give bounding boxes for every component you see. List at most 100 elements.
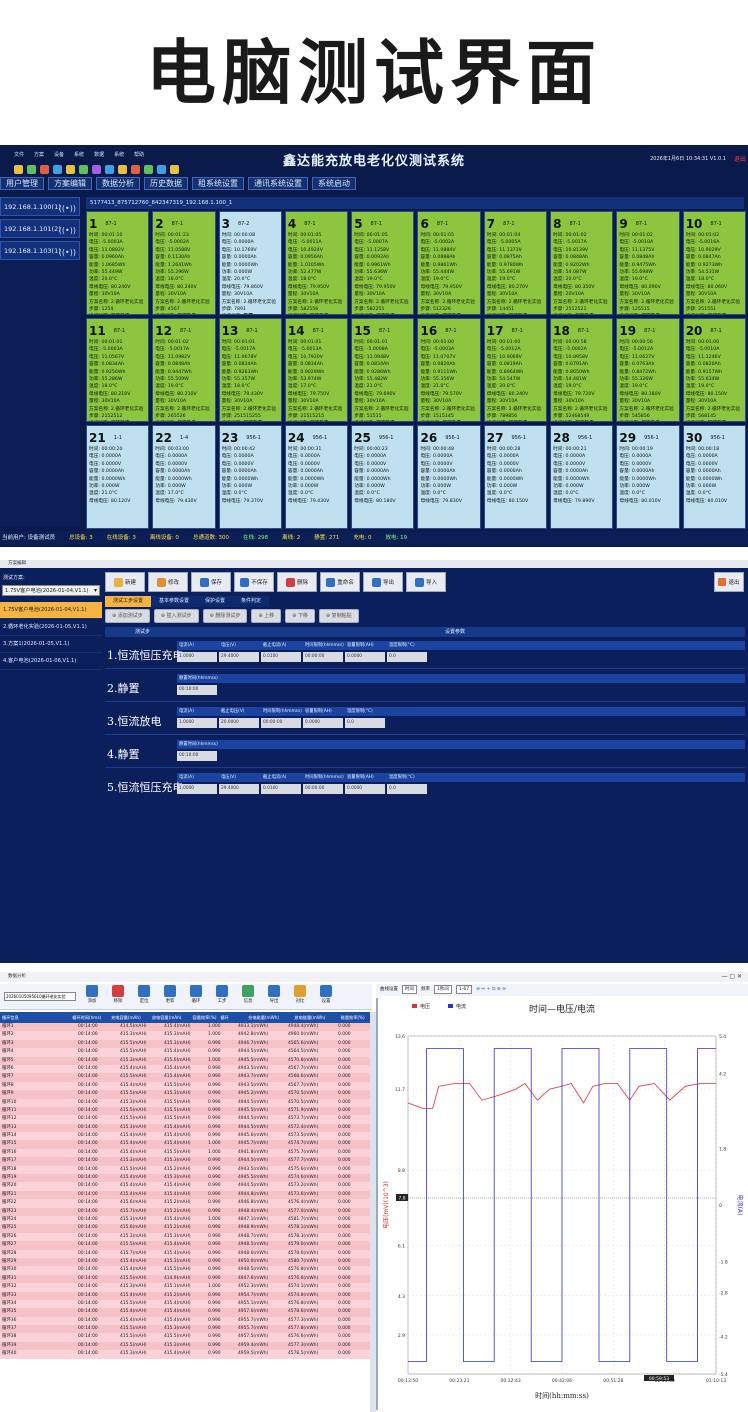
- channel-cell[interactable]: 18 87-1 时间: 00:00:58 电压: -5.0002A 电压: 10.895…: [550, 318, 614, 422]
- table-row[interactable]: 循环2 00:14:00 415.3(mAH) 415.3(mAH) 1.000 4942…: [0, 1031, 372, 1040]
- table-row[interactable]: 循环1 00:14:00 414.5(mAH) 415.4(mAH) 1.000 4933…: [0, 1023, 372, 1032]
- table-row[interactable]: 循环18 00:14:00 415.5(mAH) 415.2(mAH) 0.990 494…: [0, 1165, 372, 1175]
- param-input[interactable]: 0.0: [345, 718, 385, 728]
- tool-icon[interactable]: [105, 165, 114, 174]
- tool-icon[interactable]: [170, 165, 179, 174]
- device-item[interactable]: 192.168.1.101(2) ((•)): [0, 219, 80, 238]
- sub-tab[interactable]: 测试工步设置: [105, 596, 152, 607]
- device-item[interactable]: 192.168.1.103(1) ((•)): [0, 241, 80, 260]
- table-row[interactable]: 循环25 00:14:00 415.6(mAH) 415.2(mAH) 0.990 494…: [0, 1224, 372, 1233]
- column-header[interactable]: 放电容量(mAh): [150, 1012, 191, 1023]
- analysis-tool[interactable]: 信息: [238, 984, 258, 1009]
- scheme-tree-item[interactable]: 2.循环老化实验(2026-01-05,V1.1): [0, 619, 102, 636]
- step-row[interactable]: 1.恒流恒压充电 电流(A) 电压(V) 截止电流(A) 时间限制(hhmmss) 容量限…: [105, 639, 745, 669]
- tool-icon[interactable]: [40, 165, 49, 174]
- table-row[interactable]: 循环28 00:14:00 415.7(mAH) 415.4(mAH) 0.990 494…: [0, 1249, 372, 1258]
- table-row[interactable]: 循环21 00:14:00 415.4(mAH) 415.4(mAH) 0.990 494…: [0, 1190, 372, 1200]
- channel-cell[interactable]: 3 87-2 时间: 00:00:08 电压: 0.0000A 电压: 10.1769V…: [218, 211, 282, 315]
- step-action-button[interactable]: ⊕ 删除测试步: [202, 609, 248, 623]
- channel-cell[interactable]: 20 87-1 时间: 00:01:00 电压: -5.0010A 电压: 11.124…: [682, 318, 746, 422]
- table-row[interactable]: 循环27 00:14:00 415.5(mAH) 415.4(mAH) 0.990 494…: [0, 1241, 372, 1250]
- column-header[interactable]: 循环: [218, 1012, 246, 1023]
- table-row[interactable]: 循环26 00:14:00 415.3(mAH) 415.3(mAH) 0.990 494…: [0, 1232, 372, 1242]
- table-row[interactable]: 循环31 00:14:00 415.5(mAH) 414.9(mAH) 0.990 494…: [0, 1274, 372, 1284]
- toolbar-button[interactable]: 修改: [148, 572, 188, 592]
- toolbar-button[interactable]: 重命名: [320, 572, 360, 592]
- table-row[interactable]: 循环22 00:14:00 415.6(mAH) 415.2(mAH) 0.990 494…: [0, 1199, 372, 1208]
- channel-cell[interactable]: 25 956-1 时间: 00:00:23 电压: 0.0000A 电压: 0.0000…: [351, 425, 415, 529]
- param-input[interactable]: 00:10:00: [177, 685, 217, 695]
- table-row[interactable]: 循环19 00:14:00 415.4(mAH) 415.3(mAH) 0.990 494…: [0, 1174, 372, 1183]
- table-row[interactable]: 循环7 00:14:00 415.5(mAH) 415.4(mAH) 0.990 4943…: [0, 1073, 372, 1082]
- column-header[interactable]: 循环时间(hms): [70, 1012, 109, 1023]
- table-row[interactable]: 循环38 00:14:00 415.5(mAH) 415.5(mAH) 0.990 495…: [0, 1333, 372, 1342]
- table-row[interactable]: 循环17 00:14:00 415.3(mAH) 415.3(mAH) 0.990 494…: [0, 1157, 372, 1166]
- tool-icon[interactable]: [53, 165, 62, 174]
- column-header[interactable]: 容量效率(%): [191, 1012, 219, 1023]
- channel-cell[interactable]: 15 87-1 时间: 00:01:01 电压: -5.0008A 电压: 11.094…: [351, 318, 415, 422]
- param-input[interactable]: 0.0000: [345, 652, 385, 662]
- channel-cell[interactable]: 21 1-1 时间: 00:00:20 电压: 0.0000A 电压: 0.0000V 容…: [86, 425, 150, 529]
- table-row[interactable]: 循环3 00:14:00 415.5(mAH) 415.3(mAH) 0.990 4946…: [0, 1039, 372, 1049]
- channel-cell[interactable]: 14 87-1 时间: 00:01:01 电压: -5.0013A 电压: 10.792…: [284, 318, 349, 422]
- step-action-button[interactable]: ⊕ 添加测试步: [105, 609, 150, 623]
- param-input[interactable]: 29.4000: [219, 784, 259, 794]
- channel-cell[interactable]: 23 956-1 时间: 00:00:42 电压: 0.0000A 电压: 0.0000…: [218, 425, 282, 529]
- tool-icon[interactable]: [131, 165, 140, 174]
- analysis-tool[interactable]: 导出: [264, 984, 284, 1009]
- chart-tool-icons[interactable]: ⊕ ⇔ + ⊡ ⊕ ⊖: [476, 984, 506, 996]
- param-input[interactable]: 0.0: [387, 784, 427, 794]
- step-action-button[interactable]: ⊕ 下移: [285, 609, 315, 623]
- tool-icon[interactable]: [92, 165, 101, 174]
- param-input[interactable]: 00:00:00: [303, 784, 343, 794]
- table-row[interactable]: 循环6 00:14:00 415.4(mAH) 415.4(mAH) 0.990 4943…: [0, 1064, 372, 1074]
- window-controls[interactable]: — ▢ ✕: [721, 972, 742, 982]
- column-header[interactable]: 放电能量(mWh): [292, 1012, 338, 1023]
- table-row[interactable]: 循环35 00:14:00 415.4(mAH) 415.4(mAH) 0.990 495…: [0, 1308, 372, 1317]
- channel-cell[interactable]: 13 87-1 时间: 00:01:01 电压: -5.0017A 电压: 11.067…: [218, 318, 282, 422]
- param-input[interactable]: 0.0000: [303, 718, 343, 728]
- toolbar-button[interactable]: 保存: [191, 572, 231, 592]
- channel-cell[interactable]: 10 87-1 时间: 00:01:02 电压: -5.0016A 电压: 10.902…: [682, 211, 746, 315]
- toolbar-button[interactable]: 不保存: [234, 572, 274, 592]
- channel-cell[interactable]: 8 87-1 时间: 00:01:02 电压: -5.0017A 电压: 10.8139…: [550, 211, 614, 315]
- table-row[interactable]: 循环10 00:14:00 415.3(mAH) 415.5(mAH) 0.990 494…: [0, 1098, 372, 1107]
- exit-button[interactable]: 退出: [714, 572, 744, 592]
- param-input[interactable]: 00:00:00: [261, 718, 301, 728]
- table-row[interactable]: 循环39 00:14:00 415.5(mAH) 415.3(mAH) 0.990 495…: [0, 1341, 372, 1351]
- table-row[interactable]: 循环12 00:14:00 415.5(mAH) 415.5(mAH) 0.990 494…: [0, 1115, 372, 1124]
- exit-flag[interactable]: 退出: [734, 154, 746, 163]
- table-row[interactable]: 循环11 00:14:00 415.5(mAH) 415.5(mAH) 0.990 494…: [0, 1106, 372, 1116]
- scheme-tree-item[interactable]: 1.75V客户电池(2026-01-04,V1.1): [0, 602, 102, 619]
- step-row[interactable]: 2.静置 静置时间(hhmmss) 00:10:00: [105, 672, 745, 702]
- channel-cell[interactable]: 1 87-1 时间: 00:01:10 电压: -5.0003A 电压: 11.0892…: [86, 211, 150, 315]
- freq-select[interactable]: 1秒间: [434, 985, 452, 994]
- sub-tab[interactable]: 保护设置: [197, 596, 234, 607]
- scheme-select[interactable]: 1.75V客户电池(2026-01-04,V1.1): [2, 585, 100, 596]
- table-row[interactable]: 循环15 00:14:00 415.4(mAH) 415.4(mAH) 1.000 494…: [0, 1140, 372, 1149]
- column-header[interactable]: 能量效率(%): [339, 1012, 372, 1023]
- channel-cell[interactable]: 17 87-1 时间: 00:01:00 电压: -5.0012A 电压: 10.906…: [483, 318, 548, 422]
- scheme-tree-item[interactable]: 3.方案1(2026-01-05,V1.1): [0, 636, 102, 653]
- table-row[interactable]: 循环40 00:14:00 415.3(mAH) 415.4(mAH) 0.990 495…: [0, 1350, 372, 1359]
- param-input[interactable]: 1.0000: [177, 784, 217, 794]
- table-row[interactable]: 循环9 00:14:00 415.5(mAH) 415.3(mAH) 0.990 4945…: [0, 1090, 372, 1099]
- channel-cell[interactable]: 12 87-1 时间: 00:01:02 电压: -5.0017A 电压: 11.098…: [152, 318, 216, 422]
- column-header[interactable]: 充电能量(mWh): [246, 1012, 292, 1023]
- tool-icon[interactable]: [27, 165, 36, 174]
- channel-cell[interactable]: 7 87-1 时间: 00:01:04 电压: -5.0005A 电压: 11.1371…: [483, 211, 548, 315]
- step-action-button[interactable]: ⊕ 插入测试步: [153, 609, 199, 623]
- table-row[interactable]: 循环16 00:14:00 415.4(mAH) 415.5(mAH) 1.000 494…: [0, 1148, 372, 1158]
- analysis-tool[interactable]: 设置: [316, 984, 336, 1009]
- step-row[interactable]: 3.恒流放电 电流(A) 截止电压(V) 时间限制(hhmmss) 容量限制(AH) 温度…: [105, 705, 745, 735]
- analysis-tool[interactable]: 移除: [108, 984, 128, 1009]
- main-tab[interactable]: 方案编辑: [48, 177, 92, 190]
- main-tab[interactable]: 用户管理: [0, 177, 44, 190]
- channel-cell[interactable]: 27 956-1 时间: 00:00:28 电压: 0.0000A 电压: 0.0000…: [483, 425, 548, 529]
- tool-icon[interactable]: [157, 165, 166, 174]
- table-row[interactable]: 循环32 00:14:00 415.3(mAH) 415.1(mAH) 1.000 495…: [0, 1283, 372, 1292]
- param-input[interactable]: 00:10:00: [177, 751, 217, 761]
- main-tab[interactable]: 历史数据: [144, 177, 188, 190]
- channel-cell[interactable]: 29 956-1 时间: 00:00:19 电压: 0.0000A 电压: 0.0000…: [616, 425, 680, 529]
- channel-cell[interactable]: 6 87-1 时间: 00:01:05 电压: -5.0002A 电压: 11.0884…: [417, 211, 481, 315]
